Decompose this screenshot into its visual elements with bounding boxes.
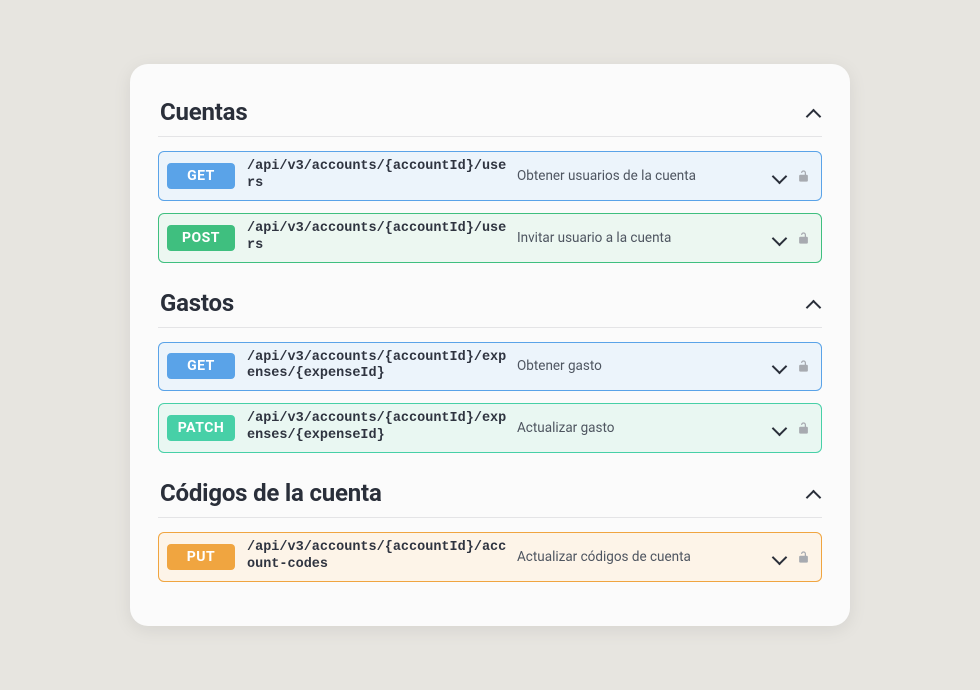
lock-open-icon [796, 358, 811, 374]
operation-summary: Invitar usuario a la cuenta [507, 230, 762, 246]
chevron-down-icon [772, 231, 786, 245]
operation-summary: Obtener gasto [507, 358, 762, 374]
lock-open-icon [796, 420, 811, 436]
chevron-down-icon [772, 421, 786, 435]
method-badge: PATCH [167, 415, 235, 441]
lock-open-icon [796, 549, 811, 565]
operation-row[interactable]: PUT /api/v3/accounts/{accountId}/account… [158, 532, 822, 582]
operation-path: /api/v3/accounts/{accountId}/expenses/{e… [247, 411, 507, 445]
method-badge: POST [167, 225, 235, 251]
operation-summary: Actualizar códigos de cuenta [507, 549, 762, 565]
operation-path: /api/v3/accounts/{accountId}/users [247, 159, 507, 193]
section-header[interactable]: Cuentas [158, 92, 822, 137]
operation-path: /api/v3/accounts/{accountId}/account-cod… [247, 540, 507, 574]
section-cuentas: Cuentas GET /api/v3/accounts/{accountId}… [158, 92, 822, 263]
section-codigos: Códigos de la cuenta PUT /api/v3/account… [158, 473, 822, 582]
section-title: Gastos [160, 289, 234, 317]
operation-row[interactable]: GET /api/v3/accounts/{accountId}/expense… [158, 342, 822, 392]
section-title: Cuentas [160, 98, 247, 126]
operation-row[interactable]: PATCH /api/v3/accounts/{accountId}/expen… [158, 403, 822, 453]
api-card: Cuentas GET /api/v3/accounts/{accountId}… [130, 64, 850, 626]
section-header[interactable]: Códigos de la cuenta [158, 473, 822, 518]
chevron-up-icon [806, 486, 820, 500]
section-gastos: Gastos GET /api/v3/accounts/{accountId}/… [158, 283, 822, 454]
chevron-down-icon [772, 359, 786, 373]
operation-summary: Obtener usuarios de la cuenta [507, 168, 762, 184]
lock-open-icon [796, 168, 811, 184]
operation-path: /api/v3/accounts/{accountId}/users [247, 221, 507, 255]
chevron-down-icon [772, 550, 786, 564]
method-badge: GET [167, 163, 235, 189]
chevron-down-icon [772, 169, 786, 183]
section-header[interactable]: Gastos [158, 283, 822, 328]
chevron-up-icon [806, 105, 820, 119]
operation-path: /api/v3/accounts/{accountId}/expenses/{e… [247, 350, 507, 384]
method-badge: PUT [167, 544, 235, 570]
operation-summary: Actualizar gasto [507, 420, 762, 436]
operation-row[interactable]: GET /api/v3/accounts/{accountId}/users O… [158, 151, 822, 201]
lock-open-icon [796, 230, 811, 246]
section-title: Códigos de la cuenta [160, 479, 382, 507]
chevron-up-icon [806, 296, 820, 310]
method-badge: GET [167, 353, 235, 379]
operation-row[interactable]: POST /api/v3/accounts/{accountId}/users … [158, 213, 822, 263]
